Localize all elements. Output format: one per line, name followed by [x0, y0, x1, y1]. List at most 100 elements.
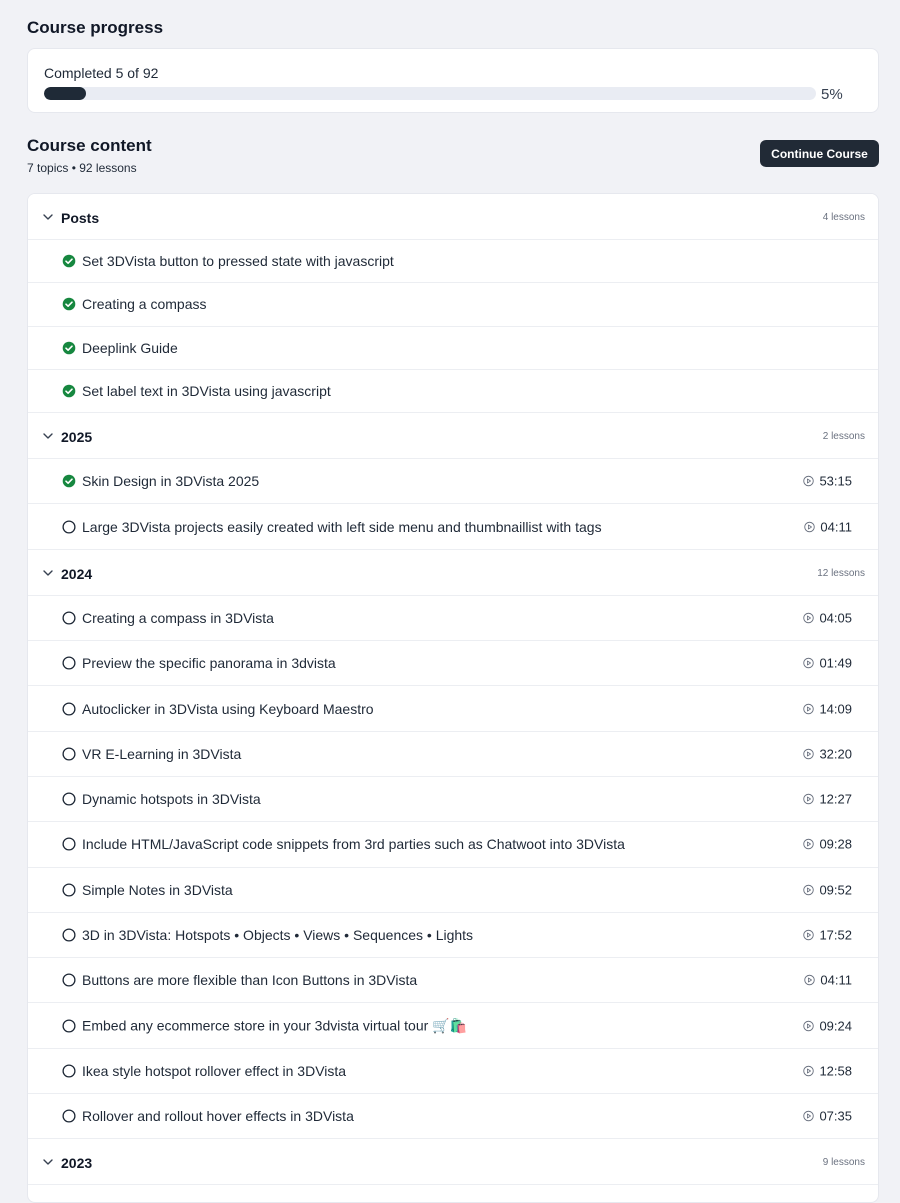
progress-bar — [44, 87, 816, 100]
lesson-row[interactable]: 3D in 3DVista: Hotspots • Objects • View… — [28, 913, 878, 959]
empty-circle-icon — [62, 656, 76, 670]
lesson-title: Rollover and rollout hover effects in 3D… — [82, 1108, 354, 1125]
topic-header[interactable]: 2024 12 lessons — [28, 549, 878, 596]
lesson-duration-text: 01:49 — [819, 655, 852, 671]
progress-card: Completed 5 of 92 5% — [27, 48, 879, 113]
lesson-duration: 09:24 — [803, 1018, 852, 1033]
play-circle-icon — [803, 748, 815, 760]
lesson-row[interactable]: Include HTML/JavaScript code snippets fr… — [28, 822, 878, 868]
play-circle-icon — [804, 521, 816, 532]
lesson-row[interactable]: Creating a compass — [28, 283, 878, 327]
topic-lesson-count: 9 lessons — [822, 1157, 865, 1169]
lesson-duration: 53:15 — [803, 474, 852, 489]
lesson-row[interactable]: Dynamic hotspots in 3DVista 12:27 — [28, 777, 878, 823]
topic-header[interactable]: 2023 9 lessons — [28, 1139, 878, 1186]
check-circle-icon — [62, 384, 76, 398]
lesson-row[interactable]: Skin Design in 3DVista 2025 53:15 — [28, 459, 878, 505]
progress-label: Completed 5 of 92 — [44, 65, 159, 81]
lesson-duration-text: 09:28 — [819, 836, 852, 852]
continue-course-button[interactable]: Continue Course — [760, 140, 879, 167]
lesson-duration: 09:28 — [803, 837, 852, 852]
lesson-duration-text: 09:24 — [819, 1018, 852, 1034]
lesson-row[interactable]: Deeplink Guide — [28, 327, 878, 370]
empty-circle-icon — [62, 837, 76, 851]
lesson-duration: 07:35 — [803, 1109, 852, 1124]
lesson-duration: 12:58 — [803, 1063, 852, 1078]
lesson-duration-text: 53:15 — [819, 473, 852, 489]
lesson-row[interactable]: Rollover and rollout hover effects in 3D… — [28, 1094, 878, 1140]
play-circle-icon — [803, 476, 815, 487]
play-circle-icon — [803, 703, 815, 714]
check-circle-icon — [62, 475, 76, 488]
topic-header[interactable]: Posts 4 lessons — [28, 194, 878, 240]
topic-name: 2025 — [61, 429, 93, 446]
lesson-title: Ikea style hotspot rollover effect in 3D… — [82, 1062, 347, 1079]
lesson-row[interactable]: Simple Notes in 3DVista 09:52 — [28, 868, 878, 913]
play-circle-icon — [803, 884, 815, 895]
topic-name: Posts — [61, 210, 100, 226]
play-circle-icon — [803, 657, 815, 669]
play-circle-icon — [803, 793, 815, 805]
lesson-duration-text: 09:52 — [819, 882, 852, 898]
lesson-duration: 04:11 — [804, 973, 852, 988]
lesson-row[interactable]: Large 3DVista projects easily created wi… — [28, 504, 878, 550]
lesson-duration: 01:49 — [803, 656, 852, 671]
empty-circle-icon — [62, 973, 76, 987]
course-content-summary: 7 topics • 92 lessons — [27, 161, 137, 175]
course-content-title: Course content — [27, 136, 152, 155]
empty-circle-icon — [62, 1064, 76, 1078]
lesson-title: Embed any ecommerce store in your 3dvist… — [82, 1017, 468, 1034]
empty-circle-icon — [62, 747, 76, 761]
course-page: Course progress Completed 5 of 92 5% Cou… — [0, 0, 900, 1203]
lesson-title: Set label text in 3DVista using javascri… — [82, 383, 331, 400]
lesson-row[interactable]: Creating a compass in 3DVista 04:05 — [28, 596, 878, 642]
lesson-row[interactable]: Buttons are more flexible than Icon Butt… — [28, 958, 878, 1004]
empty-circle-icon — [62, 701, 76, 716]
lesson-row[interactable]: Embed any ecommerce store in your 3dvist… — [28, 1003, 878, 1049]
lesson-duration-text: 12:27 — [819, 791, 852, 807]
course-progress-title: Course progress — [27, 18, 164, 37]
check-circle-icon — [62, 298, 76, 311]
topic-header[interactable]: 2025 2 lessons — [28, 413, 878, 460]
chevron-down-icon — [43, 570, 53, 576]
play-circle-icon — [803, 1020, 815, 1031]
chevron-down-icon — [43, 433, 53, 439]
empty-circle-icon — [62, 611, 76, 625]
lesson-title: 3D in 3DVista: Hotspots • Objects • View… — [82, 927, 474, 943]
lesson-title: Preview the specific panorama in 3dvista — [82, 655, 336, 672]
lesson-title: Deeplink Guide — [82, 339, 178, 356]
lesson-title: Autoclicker in 3DVista using Keyboard Ma… — [82, 700, 374, 717]
lesson-title: Skin Design in 3DVista 2025 — [82, 473, 260, 490]
check-circle-icon — [62, 341, 76, 355]
lesson-row[interactable]: Set label text in 3DVista using javascri… — [28, 370, 878, 414]
lesson-title: VR E-Learning in 3DVista — [82, 745, 242, 762]
empty-circle-icon — [62, 1019, 76, 1033]
lesson-duration-text: 07:35 — [819, 1108, 852, 1124]
lesson-title: Set 3DVista button to pressed state with… — [82, 253, 394, 270]
lesson-duration-text: 14:09 — [819, 701, 852, 717]
lesson-title: Simple Notes in 3DVista — [82, 881, 233, 898]
topic-lesson-count: 12 lessons — [817, 567, 865, 579]
lesson-title: Dynamic hotspots in 3DVista — [82, 791, 261, 808]
chevron-down-icon — [43, 1159, 53, 1166]
lesson-row[interactable]: Ikea style hotspot rollover effect in 3D… — [28, 1049, 878, 1095]
play-circle-icon — [804, 975, 816, 986]
empty-circle-icon — [62, 928, 76, 942]
progress-percent: 5% — [821, 86, 843, 103]
chevron-down-icon — [43, 214, 53, 220]
lesson-row[interactable]: Set 3DVista button to pressed state with… — [28, 240, 878, 284]
lesson-duration-text: 17:52 — [819, 927, 852, 943]
lesson-duration-text: 12:58 — [819, 1063, 852, 1079]
progress-bar-fill — [44, 87, 86, 100]
lesson-row[interactable]: VR E-Learning in 3DVista 32:20 — [28, 732, 878, 777]
lesson-title: Include HTML/JavaScript code snippets fr… — [82, 836, 625, 853]
lesson-row[interactable]: Preview the specific panorama in 3dvista… — [28, 641, 878, 687]
topic-name: 2024 — [61, 565, 93, 582]
play-circle-icon — [803, 1065, 815, 1077]
topic-lesson-count: 4 lessons — [822, 212, 865, 223]
lesson-row[interactable]: Autoclicker in 3DVista using Keyboard Ma… — [28, 686, 878, 732]
lesson-title: Creating a compass — [82, 296, 207, 313]
play-circle-icon — [803, 929, 815, 941]
lesson-title: Buttons are more flexible than Icon Butt… — [82, 972, 418, 989]
lesson-duration: 12:27 — [803, 792, 852, 807]
